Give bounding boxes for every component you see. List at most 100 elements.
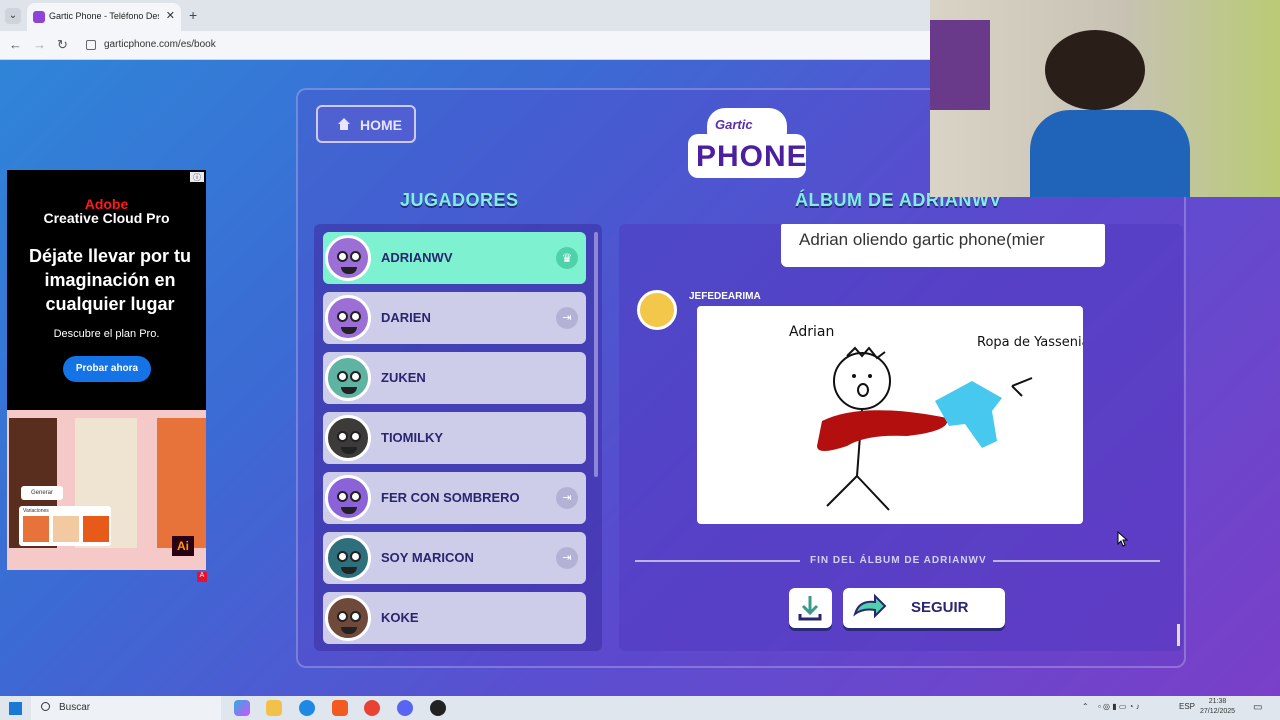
windows-start-icon[interactable] — [9, 702, 22, 715]
album-scrollbar[interactable] — [1177, 624, 1180, 646]
gartic-favicon-icon — [33, 11, 45, 23]
player-name: TIOMILKY — [381, 430, 444, 445]
edge-icon[interactable] — [299, 700, 315, 716]
variation-swatch — [23, 516, 49, 542]
search-icon — [41, 702, 50, 711]
divider — [635, 560, 800, 562]
back-icon[interactable]: ← — [9, 37, 22, 52]
drawing-label: Ropa de Yassenia — [977, 335, 1083, 350]
address-bar: ← → ↻ garticphone.com/es/book — [0, 31, 930, 60]
close-tab-icon[interactable]: ✕ — [166, 9, 175, 22]
ad-variations-card: Variaciones — [19, 506, 111, 546]
url-field[interactable]: garticphone.com/es/book — [104, 39, 216, 50]
player-row[interactable]: ZUKEN — [323, 352, 586, 404]
discord-icon[interactable] — [397, 700, 413, 716]
ad-headline: Déjate llevar por tu imaginación en cual… — [28, 246, 192, 314]
logo-main-text: PHONE — [696, 140, 808, 173]
player-row[interactable]: TIOMILKY — [323, 412, 586, 464]
forward-icon[interactable]: → — [33, 37, 46, 52]
illustrator-icon: Ai — [172, 536, 194, 556]
chrome-icon[interactable] — [364, 700, 380, 716]
notification-icon[interactable]: ▭ — [1253, 702, 1262, 713]
adobe-ad[interactable]: ⓘ Adobe Creative Cloud Pro Déjate llevar… — [7, 170, 206, 570]
taskbar-search[interactable]: Buscar — [31, 696, 221, 720]
drawing-canvas: Adrian Ropa de Yassenia — [789, 324, 1090, 511]
tab-title: Gartic Phone - Teléfono Descon — [49, 11, 159, 21]
player-avatar — [325, 355, 371, 401]
crown-icon: ♛ — [556, 247, 578, 269]
players-scrollbar[interactable] — [594, 232, 598, 477]
file-explorer-icon[interactable] — [266, 700, 282, 716]
caption-bubble: Adrian oliendo gartic phone(mier — [781, 224, 1105, 267]
ad-cta-button[interactable]: Probar ahora — [63, 356, 151, 382]
taskbar-clock[interactable]: 21:38 27/12/2025 — [1200, 697, 1235, 717]
player-avatar — [325, 235, 371, 281]
player-row[interactable]: ADRIANWV ♛ — [323, 232, 586, 284]
clock-date: 27/12/2025 — [1200, 708, 1236, 715]
caption-text: Adrian oliendo gartic phone(mier — [799, 230, 1045, 249]
language-indicator[interactable]: ESP — [1179, 702, 1195, 711]
author-name: JEFEDEARIMA — [689, 291, 761, 302]
exit-icon: ⇥ — [556, 487, 578, 509]
player-name: KOKE — [381, 610, 419, 625]
download-button[interactable] — [789, 588, 832, 628]
ad-subline: Descubre el plan Pro. — [53, 328, 160, 340]
variation-swatch — [83, 516, 109, 542]
taskbar-search-label: Buscar — [59, 702, 91, 713]
exit-icon: ⇥ — [556, 547, 578, 569]
mouse-cursor-icon — [1117, 531, 1129, 547]
brave-icon[interactable] — [332, 700, 348, 716]
home-label: HOME — [360, 117, 402, 133]
continue-button[interactable]: SEGUIR — [843, 588, 1005, 628]
person-shirt — [1030, 110, 1190, 197]
home-icon — [338, 118, 350, 130]
player-name: ZUKEN — [381, 370, 426, 385]
chocolate-wrapper-image — [157, 418, 206, 548]
copilot-icon[interactable] — [234, 700, 250, 716]
player-avatar — [325, 535, 371, 581]
drawing-label: Adrian — [789, 324, 834, 340]
end-of-album-label: FIN DEL ÁLBUM DE ADRIANWV — [810, 555, 987, 566]
adobe-badge-icon: A — [197, 572, 207, 582]
background-object — [930, 20, 990, 110]
player-avatar — [325, 415, 371, 461]
player-row[interactable]: KOKE — [323, 592, 586, 644]
player-avatar — [325, 475, 371, 521]
divider — [993, 560, 1160, 562]
exit-icon: ⇥ — [556, 307, 578, 329]
players-heading: JUGADORES — [400, 190, 519, 210]
variation-swatch — [53, 516, 79, 542]
tray-icons[interactable]: ▫ ◎ ▮ ▭ ◔ ♪ — [1098, 702, 1140, 711]
player-name: SOY MARICON — [381, 550, 474, 565]
ad-image: Generar Variaciones Ai — [7, 410, 206, 570]
player-row[interactable]: DARIEN ⇥ — [323, 292, 586, 344]
player-name: DARIEN — [381, 310, 431, 325]
obs-icon[interactable] — [430, 700, 446, 716]
logo-top-text: Gartic — [715, 117, 753, 132]
tab-search-icon[interactable]: ⌄ — [5, 8, 21, 24]
arrow-icon — [853, 593, 887, 619]
player-avatar — [325, 595, 371, 641]
reload-icon[interactable]: ↻ — [57, 37, 68, 53]
player-name: FER CON SOMBRERO — [381, 490, 520, 505]
players-list[interactable]: ADRIANWV ♛ DARIEN ⇥ ZUKEN TIOMILKY FER C… — [314, 224, 602, 651]
ad-generate-chip: Generar — [21, 486, 63, 500]
ad-info-icon[interactable]: ⓘ — [190, 172, 204, 182]
player-row[interactable]: SOY MARICON ⇥ — [323, 532, 586, 584]
new-tab-button[interactable]: + — [189, 7, 197, 23]
browser-tab[interactable]: Gartic Phone - Teléfono Descon ✕ — [27, 3, 181, 31]
person-head — [1045, 30, 1145, 110]
ad-variations-label: Variaciones — [23, 508, 49, 514]
clock-time: 21:38 — [1208, 698, 1227, 705]
tray-chevron-icon[interactable]: ⌃ — [1082, 702, 1089, 711]
browser-tab-bar: ⌄ Gartic Phone - Teléfono Descon ✕ + — [0, 0, 930, 31]
player-avatar — [325, 295, 371, 341]
webcam-overlay — [930, 0, 1280, 197]
player-row[interactable]: FER CON SOMBRERO ⇥ — [323, 472, 586, 524]
gartic-phone-logo: Gartic PHONE — [684, 104, 810, 182]
home-button[interactable]: HOME — [316, 105, 416, 143]
album-drawing: Adrian Ropa de Yassenia — [697, 306, 1090, 524]
windows-taskbar: Buscar ⌃ ▫ ◎ ▮ ▭ ◔ ♪ ESP 21:38 27/12/202… — [0, 696, 1280, 720]
ad-product: Creative Cloud Pro — [43, 210, 170, 226]
site-info-icon[interactable] — [86, 40, 96, 50]
